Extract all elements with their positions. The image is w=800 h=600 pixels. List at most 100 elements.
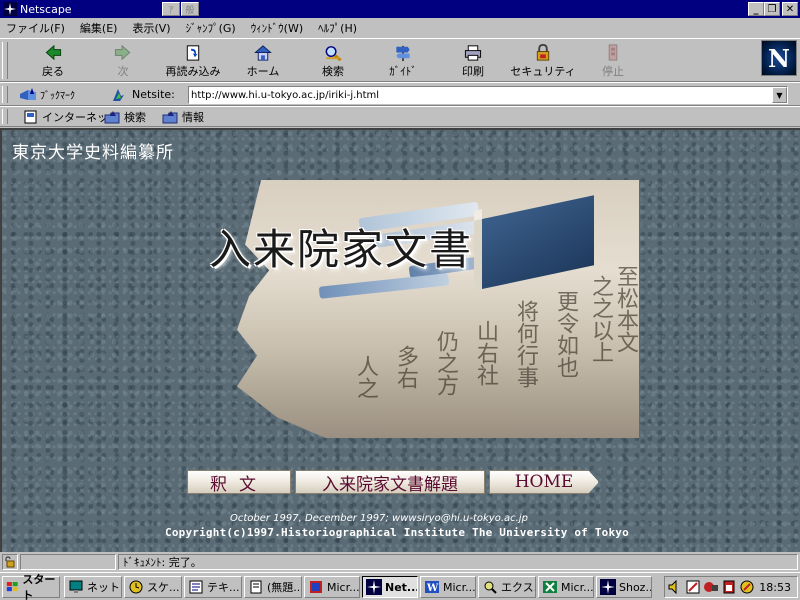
- ime-mode-a[interactable]: ｱ: [162, 2, 180, 16]
- task-explorer[interactable]: エクス...: [478, 576, 536, 598]
- netscape-icon: [600, 579, 616, 595]
- text-editor-icon: [189, 580, 203, 594]
- hero-banner: 至松本文 之之以上 更令如也 将何行事 山右社 仍之方 多右 人之 入来院家文書: [209, 180, 639, 438]
- print-button[interactable]: 印刷: [440, 43, 506, 79]
- calligraphy-decoration: 之之以上: [588, 275, 613, 363]
- stop-button[interactable]: 停止: [580, 43, 646, 79]
- url-text: http://www.hi.u-tokyo.ac.jp/iriki-j.html: [191, 89, 380, 101]
- windows-taskbar: スタート ネット... スケ... テキ... (無題... Micr... N…: [0, 572, 800, 600]
- task-netscape-active[interactable]: Net...: [362, 576, 418, 598]
- clock[interactable]: 18:53: [759, 581, 791, 594]
- forward-button[interactable]: 次: [90, 43, 156, 79]
- explorer-icon: [484, 581, 497, 594]
- site-name: 東京大学史料編纂所: [12, 143, 174, 163]
- task-netscape-1[interactable]: ネット...: [64, 576, 122, 598]
- guide-button[interactable]: ｶﾞｲﾄﾞ: [370, 43, 436, 79]
- bookmarks-button[interactable]: ﾌﾞｯｸﾏｰｸ: [18, 86, 75, 102]
- printer-icon: [464, 45, 482, 61]
- network-status-icon[interactable]: [703, 579, 719, 595]
- page-content[interactable]: 東京大学史料編纂所 至松本文 之之以上 更令如也 将何行事 山右社 仍之方 多右…: [0, 128, 800, 552]
- menu-go[interactable]: ｼﾞｬﾝﾌﾟ(G): [186, 20, 236, 36]
- url-input[interactable]: http://www.hi.u-tokyo.ac.jp/iriki-j.html…: [188, 86, 788, 104]
- page-nav-buttons: 釈文 入来院家文書解題 HOME: [187, 470, 599, 495]
- guide-signpost-icon: [396, 45, 410, 62]
- task-shoz[interactable]: Shoz...: [596, 576, 652, 598]
- netscape-throbber-logo[interactable]: N: [761, 40, 797, 76]
- personal-grip[interactable]: [2, 109, 8, 124]
- hero-title: 入来院家文書: [209, 225, 474, 274]
- search-button[interactable]: 検索: [300, 43, 366, 79]
- update-dates: October 1997, December 1997; wwwsiryo@hi…: [230, 513, 528, 524]
- task-untitled[interactable]: (無題...: [244, 576, 302, 598]
- microsoft-app-icon: [310, 581, 322, 593]
- status-bar: ﾄﾞｷｭﾒﾝﾄ: 完了。: [0, 553, 800, 571]
- progress-meter: [20, 554, 116, 570]
- personal-info[interactable]: 情報: [162, 109, 204, 125]
- ime-mode-b[interactable]: 般: [181, 2, 199, 16]
- minimize-button[interactable]: _: [748, 2, 764, 16]
- window-titlebar[interactable]: Netscape ｱ 般 _ ❐ ✕: [0, 0, 800, 18]
- url-dropdown-button[interactable]: ▼: [772, 87, 787, 103]
- netscape-icon: [366, 579, 382, 595]
- kaidai-link[interactable]: 入来院家文書解題: [295, 470, 485, 495]
- menu-file[interactable]: ファイル(F): [6, 20, 65, 36]
- menu-window[interactable]: ｳｨﾝﾄﾞｳ(W): [251, 20, 303, 36]
- notepad-icon: [250, 580, 262, 594]
- close-button[interactable]: ✕: [782, 2, 798, 16]
- home-button[interactable]: ホーム: [230, 43, 296, 79]
- shakubun-link[interactable]: 釈文: [187, 470, 291, 495]
- calligraphy-decoration: 仍之方: [433, 330, 458, 396]
- calligraphy-decoration: 将何行事: [513, 300, 538, 388]
- home-link[interactable]: HOME: [489, 470, 599, 494]
- restore-button[interactable]: ❐: [764, 2, 780, 16]
- netscape-n-icon: N: [768, 43, 790, 73]
- excel-icon: [543, 581, 557, 593]
- dropdown-arrow-icon: ▼: [776, 90, 783, 100]
- calligraphy-decoration: 人之: [353, 355, 378, 399]
- page-proxy-icon[interactable]: [110, 87, 126, 103]
- toolbar-grip[interactable]: [2, 42, 8, 79]
- ime-indicator[interactable]: ｱ 般: [162, 2, 199, 16]
- back-arrow-icon: [45, 44, 62, 61]
- copyright-notice: Copyright(c)1997.Historiographical Insti…: [165, 526, 629, 539]
- task-microsoft-1[interactable]: Micr...: [304, 576, 360, 598]
- folder-icon: [162, 111, 178, 124]
- reload-icon: [186, 45, 200, 61]
- task-schedule[interactable]: スケ...: [124, 576, 182, 598]
- back-button[interactable]: 戻る: [20, 43, 86, 79]
- task-microsoft-excel[interactable]: Micr...: [538, 576, 594, 598]
- location-toolbar: ﾌﾞｯｸﾏｰｸ Netsite: http://www.hi.u-tokyo.a…: [0, 82, 800, 106]
- forward-arrow-icon: [114, 44, 131, 61]
- start-button[interactable]: スタート: [2, 573, 60, 600]
- menu-edit[interactable]: 編集(E): [80, 20, 118, 36]
- task-microsoft-word[interactable]: W Micr...: [420, 576, 476, 598]
- task-text[interactable]: テキ...: [184, 576, 242, 598]
- security-status[interactable]: [2, 554, 18, 570]
- folder-icon: [104, 111, 120, 124]
- unlocked-padlock-icon: [5, 556, 15, 568]
- windows-logo-icon: [6, 582, 18, 592]
- bookmark-icon: [20, 88, 36, 100]
- navigation-toolbar: 戻る 次 再読み込み ホーム 検索 ｶﾞｲﾄﾞ 印刷 セキュリティ 停止: [0, 38, 800, 82]
- ime-tray-icon[interactable]: [739, 579, 755, 595]
- speaker-icon[interactable]: [667, 579, 683, 595]
- network-icon: [69, 580, 83, 593]
- reload-button[interactable]: 再読み込み: [160, 43, 226, 79]
- system-tray: 18:53: [664, 576, 798, 598]
- security-button[interactable]: セキュリティ: [510, 43, 576, 79]
- pen-input-icon[interactable]: [685, 579, 701, 595]
- personal-search[interactable]: 検索: [104, 109, 146, 125]
- location-grip[interactable]: [2, 86, 8, 103]
- battery-icon[interactable]: [721, 579, 737, 595]
- calligraphy-decoration: 多右: [393, 345, 418, 389]
- personal-toolbar: インターネット 検索 情報: [0, 106, 800, 127]
- stop-icon: [608, 44, 618, 61]
- menu-help[interactable]: ﾍﾙﾌﾟ(H): [318, 20, 357, 36]
- internet-page-icon: [24, 110, 37, 124]
- menu-view[interactable]: 表示(V): [132, 20, 170, 36]
- status-text: ﾄﾞｷｭﾒﾝﾄ: 完了。: [118, 554, 798, 570]
- home-icon: [254, 45, 272, 61]
- svg-text:W: W: [426, 583, 439, 594]
- netsite-label: Netsite:: [132, 88, 175, 101]
- netscape-icon: [3, 2, 17, 16]
